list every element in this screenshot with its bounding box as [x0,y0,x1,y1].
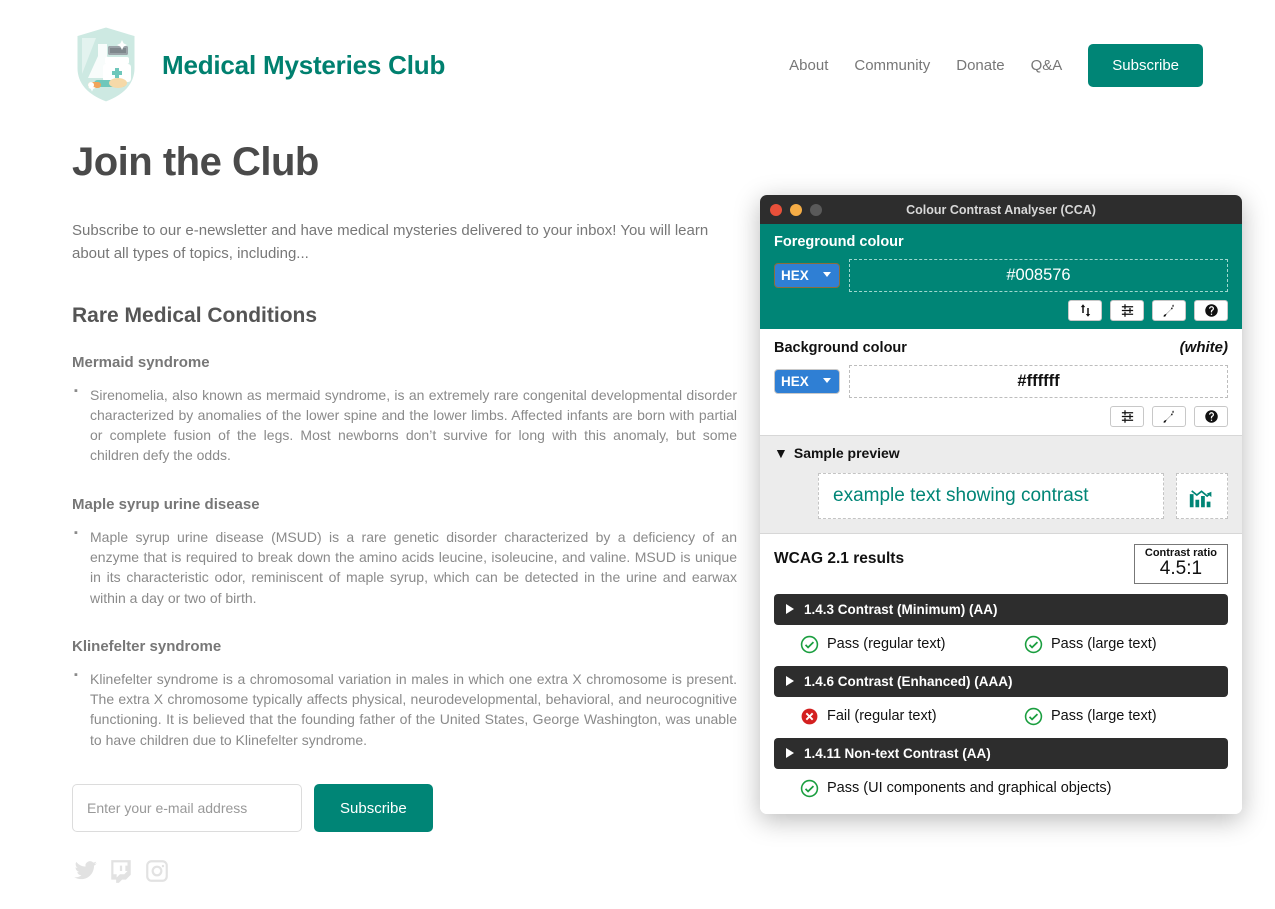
background-colour-name: (white) [1179,339,1228,356]
sample-preview-disclosure[interactable]: ▼ Sample preview [774,445,1228,461]
background-label: Background colour [774,340,907,356]
condition-heading-msud: Maple syrup urine disease [72,495,260,513]
background-hex-input[interactable] [849,365,1228,398]
foreground-hex-input[interactable] [849,259,1228,292]
main-nav: About Community Donate Q&A Subscribe [789,43,1203,87]
swap-icon[interactable] [1068,300,1102,321]
sample-preview-text: example text showing contrast [818,473,1164,519]
background-format-wrap: HEX [774,369,840,394]
pass-check-icon [800,635,819,654]
result-text: Pass (UI components and graphical object… [827,780,1112,797]
eyedropper-icon[interactable] [1152,300,1186,321]
condition-list-mermaid: Sirenomelia, also known as mermaid syndr… [72,383,737,466]
condition-heading-klinefelter: Klinefelter syndrome [72,637,222,655]
chevron-down-icon: ▼ [774,445,788,461]
condition-heading-mermaid: Mermaid syndrome [72,353,210,371]
twitter-icon[interactable] [72,858,98,884]
instagram-icon[interactable] [144,858,170,884]
criterion-143-label: 1.4.3 Contrast (Minimum) (AA) [804,601,998,617]
pass-check-icon [800,779,819,798]
pass-check-icon [1024,707,1043,726]
contrast-ratio-value: 4.5:1 [1159,558,1203,579]
brand[interactable]: Medical Mysteries Club [72,24,445,106]
list-item: Maple syrup urine disease (MSUD) is a ra… [74,526,737,608]
cca-window-title: Colour Contrast Analyser (CCA) [906,202,1096,217]
criterion-146-results: Fail (regular text) Pass (large text) [774,697,1228,728]
result-item: Pass (large text) [1024,635,1157,654]
fail-cross-icon [800,707,819,726]
nav-link-community[interactable]: Community [854,57,930,74]
nav-link-about[interactable]: About [789,57,828,74]
result-item: Pass (large text) [1024,707,1157,726]
twitch-icon[interactable] [108,858,134,884]
bar-chart-down-icon [1176,473,1228,519]
close-button-icon[interactable] [770,203,782,216]
foreground-label: Foreground colour [774,234,904,250]
background-colour-panel: Background colour (white) HEX [760,329,1242,436]
list-item: Klinefelter syndrome is a chromosomal va… [74,668,737,750]
wcag-results-title: WCAG 2.1 results [774,550,905,567]
eyedropper-icon[interactable] [1152,406,1186,427]
help-icon[interactable] [1194,406,1228,427]
sliders-icon[interactable] [1110,406,1144,427]
intro-paragraph: Subscribe to our e-newsletter and have m… [72,222,709,263]
main-content: Join the Club Subscribe to our e-newslet… [0,110,790,884]
result-item: Fail (regular text) [800,707,1024,726]
medical-shield-logo-icon [72,24,140,106]
triangle-right-icon [786,748,794,759]
nav-link-qa[interactable]: Q&A [1031,57,1063,74]
newsletter-subscribe-button[interactable]: Subscribe [314,784,433,833]
criterion-1411-results: Pass (UI components and graphical object… [774,769,1228,800]
sample-preview-label: Sample preview [793,445,900,461]
page-title: Join the Club [72,140,319,184]
condition-list-msud: Maple syrup urine disease (MSUD) is a ra… [72,526,737,608]
background-format-select[interactable]: HEX [774,369,840,394]
maximize-button-icon[interactable] [810,203,822,216]
condition-list-klinefelter: Klinefelter syndrome is a chromosomal va… [72,668,737,750]
result-item: Pass (UI components and graphical object… [800,779,1112,798]
newsletter-form: Subscribe [72,784,718,833]
result-text: Fail (regular text) [827,708,937,725]
brand-name: Medical Mysteries Club [162,49,446,80]
criterion-143-results: Pass (regular text) Pass (large text) [774,625,1228,656]
foreground-colour-panel: Foreground colour HEX [760,224,1242,329]
section-title: Rare Medical Conditions [72,303,318,327]
triangle-right-icon [786,676,794,687]
contrast-ratio-box: Contrast ratio 4.5:1 [1133,544,1228,584]
site-header: Medical Mysteries Club About Community D… [0,0,1275,110]
cca-titlebar[interactable]: Colour Contrast Analyser (CCA) [760,195,1242,224]
social-links [72,858,718,884]
nav-link-donate[interactable]: Donate [956,57,1004,74]
result-text: Pass (large text) [1051,636,1157,653]
header-subscribe-button[interactable]: Subscribe [1088,43,1203,87]
triangle-right-icon [786,604,794,615]
foreground-format-select[interactable]: HEX [774,263,840,288]
window-controls [770,203,822,216]
pass-check-icon [1024,635,1043,654]
criterion-1411-header[interactable]: 1.4.11 Non-text Contrast (AA) [774,737,1228,769]
help-icon[interactable] [1194,300,1228,321]
foreground-format-wrap: HEX [774,263,840,288]
criterion-146-header[interactable]: 1.4.6 Contrast (Enhanced) (AAA) [774,665,1228,697]
email-field[interactable] [72,784,302,833]
result-text: Pass (regular text) [827,636,946,653]
criterion-1411-label: 1.4.11 Non-text Contrast (AA) [804,745,991,761]
minimize-button-icon[interactable] [790,203,802,216]
result-text: Pass (large text) [1051,708,1157,725]
wcag-results-panel: WCAG 2.1 results Contrast ratio 4.5:1 1.… [760,534,1242,814]
background-toolbar [774,406,1228,427]
cca-window: Colour Contrast Analyser (CCA) Foregroun… [760,195,1242,814]
result-item: Pass (regular text) [800,635,1024,654]
criterion-143-header[interactable]: 1.4.3 Contrast (Minimum) (AA) [774,593,1228,625]
foreground-toolbar [774,300,1228,321]
list-item: Sirenomelia, also known as mermaid syndr… [74,383,737,466]
criterion-146-label: 1.4.6 Contrast (Enhanced) (AAA) [804,673,1013,689]
sliders-icon[interactable] [1110,300,1144,321]
sample-preview-panel: ▼ Sample preview example text showing co… [760,436,1242,534]
